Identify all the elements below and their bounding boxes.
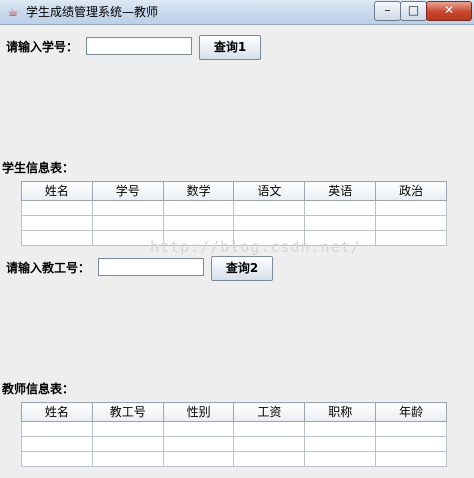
column-header[interactable]: 学号 — [91, 181, 164, 201]
table-cell[interactable] — [304, 200, 377, 216]
table-cell[interactable] — [162, 451, 235, 467]
window-title-bar[interactable]: ☕ 学生成绩管理系统—教师 – □ ✕ — [0, 0, 474, 25]
close-button[interactable]: ✕ — [426, 1, 472, 21]
table-cell[interactable] — [304, 421, 377, 437]
column-header[interactable]: 姓名 — [21, 181, 93, 201]
table-cell[interactable] — [233, 421, 306, 437]
teacher-info-table[interactable]: 姓名 教工号 性别 工资 职称 年龄 — [21, 402, 447, 467]
table-cell[interactable] — [304, 451, 377, 467]
watermark-text: http://blog.csdn.net/ — [150, 238, 361, 256]
column-header[interactable]: 政治 — [375, 181, 447, 201]
teacher-id-label: 请输入教工号： — [6, 261, 91, 275]
column-header[interactable]: 语文 — [233, 181, 306, 201]
table-cell[interactable] — [375, 215, 447, 231]
table-cell[interactable] — [21, 436, 93, 452]
table-cell[interactable] — [21, 200, 93, 216]
table-cell[interactable] — [162, 200, 235, 216]
table-cell[interactable] — [162, 436, 235, 452]
query2-button[interactable]: 查询2 — [211, 256, 273, 281]
table-cell[interactable] — [304, 436, 377, 452]
table-cell[interactable] — [91, 451, 164, 467]
table-cell[interactable] — [375, 200, 447, 216]
table-row[interactable] — [21, 436, 447, 452]
column-header[interactable]: 教工号 — [91, 402, 164, 422]
table-cell[interactable] — [91, 215, 164, 231]
student-id-label: 请输入学号： — [6, 40, 79, 54]
student-info-table[interactable]: 姓名 学号 数学 语文 英语 政治 — [21, 181, 447, 246]
table-cell[interactable] — [162, 215, 235, 231]
column-header[interactable]: 职称 — [304, 402, 377, 422]
table-cell[interactable] — [233, 451, 306, 467]
table-row[interactable] — [21, 215, 447, 231]
table-cell[interactable] — [304, 215, 377, 231]
table-cell[interactable] — [162, 421, 235, 437]
student-id-input[interactable] — [86, 37, 192, 55]
table-cell[interactable] — [21, 230, 93, 246]
column-header[interactable]: 工资 — [233, 402, 306, 422]
table-cell[interactable] — [91, 200, 164, 216]
teacher-table-caption: 教师信息表： — [2, 382, 75, 396]
teacher-id-input[interactable] — [98, 258, 204, 276]
java-cup-icon: ☕ — [7, 5, 19, 19]
table-cell[interactable] — [375, 421, 447, 437]
table-row[interactable] — [21, 451, 447, 467]
table-cell[interactable] — [233, 200, 306, 216]
table-cell[interactable] — [91, 421, 164, 437]
window-title: 学生成绩管理系统—教师 — [26, 5, 159, 19]
query1-button[interactable]: 查询1 — [199, 35, 261, 60]
table-cell[interactable] — [21, 421, 93, 437]
table-row[interactable] — [21, 200, 447, 216]
maximize-button[interactable]: □ — [400, 1, 427, 21]
minimize-button[interactable]: – — [374, 1, 401, 21]
table-cell[interactable] — [91, 436, 164, 452]
table-cell[interactable] — [21, 215, 93, 231]
column-header[interactable]: 数学 — [162, 181, 235, 201]
column-header[interactable]: 姓名 — [21, 402, 93, 422]
column-header[interactable]: 英语 — [304, 181, 377, 201]
table-row[interactable] — [21, 421, 447, 437]
student-table-caption: 学生信息表： — [2, 161, 75, 175]
column-header[interactable]: 年龄 — [375, 402, 447, 422]
table-cell[interactable] — [233, 215, 306, 231]
table-cell[interactable] — [375, 436, 447, 452]
column-header[interactable]: 性别 — [162, 402, 235, 422]
table-cell[interactable] — [233, 436, 306, 452]
table-cell[interactable] — [375, 230, 447, 246]
table-cell[interactable] — [21, 451, 93, 467]
table-cell[interactable] — [375, 451, 447, 467]
